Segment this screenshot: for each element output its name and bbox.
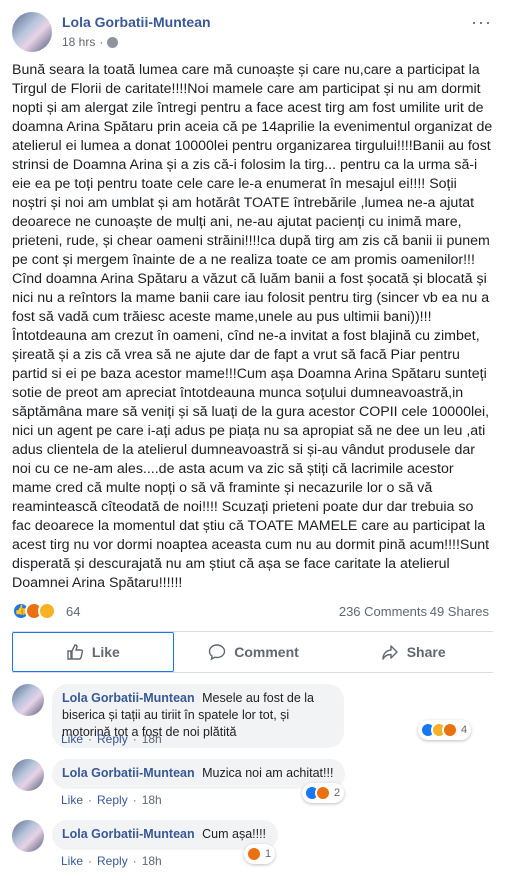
comment-reply-link[interactable]: Reply [97, 854, 128, 868]
dot-separator: · [132, 793, 137, 807]
comment-actions: Like · Reply · 18h [61, 854, 162, 868]
comment-reaction-count: 4 [461, 724, 468, 736]
commenter-avatar[interactable] [12, 684, 44, 716]
angry-reaction-icon [442, 722, 458, 738]
comment-reactions[interactable]: 2 [302, 783, 345, 803]
comment-item: Lola Gorbatii-Muntean Mesele au fost de … [12, 684, 493, 754]
dot-separator: · [88, 793, 93, 807]
comment-text: Cum așa!!!! [202, 827, 267, 841]
comment-text: Muzica noi am achitat!!! [202, 766, 334, 780]
thumbs-up-icon [67, 644, 83, 660]
comment-like-link[interactable]: Like [61, 732, 83, 746]
comment-icon [209, 644, 226, 661]
comment-bubble: Lola Gorbatii-Muntean Cum așa!!!! [52, 820, 279, 850]
reactions-summary: 👍 64 236 Comments 49 Shares [12, 601, 493, 621]
share-label: Share [406, 644, 446, 660]
share-count[interactable]: 49 Shares [430, 604, 489, 619]
dot-separator: · [88, 732, 93, 746]
like-button[interactable]: Like [12, 632, 174, 672]
comment-item: Lola Gorbatii-Muntean Cum așa!!!! 1 Like… [12, 820, 493, 870]
comment-like-link[interactable]: Like [61, 793, 83, 807]
comment-reply-link[interactable]: Reply [97, 732, 128, 746]
meta-separator: · [99, 35, 104, 49]
post-header: Lola Gorbatii-Muntean 18 hrs · ··· [12, 10, 492, 54]
angry-reaction-icon [246, 846, 262, 862]
comment-count[interactable]: 236 Comments [339, 604, 427, 619]
angry-reaction-icon [315, 785, 331, 801]
share-button[interactable]: Share [333, 632, 493, 672]
comment-time[interactable]: 18h [142, 793, 162, 807]
globe-icon [107, 36, 119, 48]
sad-reaction-icon [38, 602, 56, 620]
reaction-icons[interactable]: 👍 [12, 602, 56, 620]
comment-reactions[interactable]: 4 [418, 720, 472, 740]
comment-bubble: Lola Gorbatii-Muntean Muzica noi am achi… [52, 759, 346, 789]
comment-item: Lola Gorbatii-Muntean Muzica noi am achi… [12, 759, 493, 809]
commenter-avatar[interactable] [12, 820, 44, 852]
comment-actions: Like · Reply · 18h [61, 732, 162, 746]
comment-time[interactable]: 18h [142, 732, 162, 746]
comment-reaction-count: 1 [265, 848, 272, 860]
post-time[interactable]: 18 hrs [62, 35, 95, 49]
comment-label: Comment [234, 644, 299, 660]
dot-separator: · [132, 732, 137, 746]
author-avatar[interactable] [12, 12, 52, 52]
post-meta: 18 hrs · [62, 35, 119, 49]
comment-author[interactable]: Lola Gorbatii-Muntean [62, 691, 195, 705]
comment-button[interactable]: Comment [174, 632, 334, 672]
like-label: Like [91, 644, 120, 660]
more-options-icon[interactable]: ··· [471, 12, 492, 33]
reaction-count[interactable]: 64 [66, 604, 80, 619]
comment-author[interactable]: Lola Gorbatii-Muntean [62, 827, 195, 841]
comment-reply-link[interactable]: Reply [97, 793, 128, 807]
comment-time[interactable]: 18h [142, 854, 162, 868]
comment-like-link[interactable]: Like [61, 854, 83, 868]
comment-actions: Like · Reply · 18h [61, 793, 162, 807]
commenter-avatar[interactable] [12, 759, 44, 791]
comment-reactions[interactable]: 1 [244, 844, 276, 864]
post-author[interactable]: Lola Gorbatii-Muntean [62, 14, 211, 30]
dot-separator: · [88, 854, 93, 868]
share-icon [382, 645, 398, 660]
post-action-row: Like Comment Share [12, 631, 493, 673]
comment-reaction-count: 2 [334, 787, 341, 799]
post-text: Bună seara la toată lumea care mă cunoaș… [12, 62, 493, 591]
dot-separator: · [132, 854, 137, 868]
comment-author[interactable]: Lola Gorbatii-Muntean [62, 766, 195, 780]
